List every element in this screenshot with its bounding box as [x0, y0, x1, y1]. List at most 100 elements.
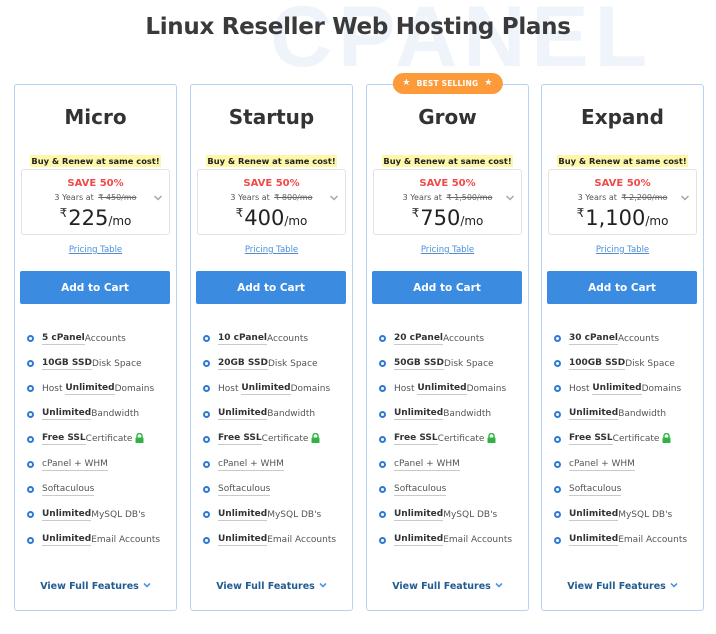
feature-item: Unlimited Bandwidth: [379, 402, 512, 427]
feature-item: Softaculous: [203, 477, 336, 502]
view-full-features-link[interactable]: View Full Features: [367, 580, 528, 592]
bullet-icon: [203, 385, 210, 393]
currency-symbol: ₹: [235, 206, 244, 220]
bullet-icon: [554, 461, 561, 469]
term-text: 3 Years at ₹ 800/mo: [198, 193, 345, 202]
currency-symbol: ₹: [576, 206, 585, 220]
view-full-features-label: View Full Features: [392, 581, 491, 592]
term-text: 3 Years at ₹ 1,500/mo: [374, 193, 521, 202]
currency-symbol: ₹: [59, 206, 68, 220]
bullet-icon: [554, 536, 561, 544]
bullet-icon: [27, 486, 34, 494]
plan-name: Micro: [64, 105, 127, 129]
price-selector[interactable]: SAVE 50% 3 Years at ₹ 800/mo ₹400/mo: [197, 169, 346, 235]
price-period: /mo: [284, 214, 308, 228]
plan-card-micro: Micro Buy & Renew at same cost! SAVE 50%…: [14, 84, 177, 611]
term-prefix: 3 Years at: [230, 193, 270, 202]
promo-text: Buy & Renew at same cost!: [382, 155, 513, 167]
chevron-down-icon[interactable]: [505, 194, 515, 204]
pricing-table-link[interactable]: Pricing Table: [15, 245, 176, 255]
feature-item: Unlimited Bandwidth: [203, 402, 336, 427]
bullet-icon: [554, 360, 561, 368]
feature-item: Unlimited MySQL DB's: [554, 502, 687, 527]
pricing-table-link[interactable]: Pricing Table: [542, 245, 703, 255]
feature-item: 20GB SSD Disk Space: [203, 351, 336, 376]
feature-item: 10GB SSD Disk Space: [27, 351, 160, 376]
bullet-icon: [27, 410, 34, 418]
price-selector[interactable]: SAVE 50% 3 Years at ₹ 450/mo ₹225/mo: [21, 169, 170, 235]
lock-icon: [662, 432, 671, 446]
bullet-icon: [379, 486, 386, 494]
chevron-down-icon[interactable]: [329, 194, 339, 204]
chevron-down-icon: [670, 580, 678, 591]
feature-item: Host Unlimited Domains: [379, 376, 512, 401]
view-full-features-link[interactable]: View Full Features: [191, 580, 352, 592]
price-selector[interactable]: SAVE 50% 3 Years at ₹ 1,500/mo ₹750/mo: [373, 169, 522, 235]
promo-text: Buy & Renew at same cost!: [30, 155, 161, 167]
bullet-icon: [379, 410, 386, 418]
feature-list: 10 cPanel Accounts 20GB SSD Disk Space H…: [203, 326, 336, 553]
bullet-icon: [379, 461, 386, 469]
chevron-down-icon[interactable]: [153, 194, 163, 204]
pricing-table-link[interactable]: Pricing Table: [191, 245, 352, 255]
feature-item: 10 cPanel Accounts: [203, 326, 336, 351]
save-label: SAVE 50%: [67, 178, 124, 189]
bullet-icon: [554, 435, 561, 443]
feature-item: Unlimited MySQL DB's: [203, 502, 336, 527]
pricing-table-link[interactable]: Pricing Table: [367, 245, 528, 255]
feature-item: Host Unlimited Domains: [27, 376, 160, 401]
old-price: ₹ 2,200/mo: [621, 193, 668, 202]
view-full-features-link[interactable]: View Full Features: [542, 580, 703, 592]
feature-item: cPanel + WHM: [554, 452, 687, 477]
promo-text: Buy & Renew at same cost!: [557, 155, 688, 167]
star-icon: ★: [484, 78, 493, 88]
feature-item: Unlimited MySQL DB's: [27, 502, 160, 527]
feature-item: Unlimited Email Accounts: [27, 528, 160, 553]
feature-item: 30 cPanel Accounts: [554, 326, 687, 351]
plan-card-expand: Expand Buy & Renew at same cost! SAVE 50…: [541, 84, 704, 611]
feature-item: Free SSL Certificate: [379, 427, 512, 452]
bullet-icon: [203, 536, 210, 544]
term-prefix: 3 Years at: [54, 193, 94, 202]
promo-text: Buy & Renew at same cost!: [206, 155, 337, 167]
bullet-icon: [203, 486, 210, 494]
watermark-text: CPANEL: [270, 0, 654, 85]
bullet-icon: [27, 435, 34, 443]
bullet-icon: [27, 536, 34, 544]
add-to-cart-button[interactable]: Add to Cart: [547, 271, 697, 304]
feature-item: 50GB SSD Disk Space: [379, 351, 512, 376]
feature-list: 5 cPanel Accounts 10GB SSD Disk Space Ho…: [27, 326, 160, 553]
price-selector[interactable]: SAVE 50% 3 Years at ₹ 2,200/mo ₹1,100/mo: [548, 169, 697, 235]
plan-name: Grow: [418, 105, 477, 129]
chevron-down-icon: [319, 580, 327, 591]
bullet-icon: [203, 360, 210, 368]
current-price: ₹400/mo: [198, 206, 345, 230]
feature-item: cPanel + WHM: [27, 452, 160, 477]
feature-item: Host Unlimited Domains: [203, 376, 336, 401]
chevron-down-icon[interactable]: [680, 194, 690, 204]
current-price: ₹750/mo: [374, 206, 521, 230]
bullet-icon: [27, 385, 34, 393]
add-to-cart-button[interactable]: Add to Cart: [196, 271, 346, 304]
bullet-icon: [203, 435, 210, 443]
bullet-icon: [554, 335, 561, 343]
old-price: ₹ 1,500/mo: [446, 193, 493, 202]
add-to-cart-button[interactable]: Add to Cart: [372, 271, 522, 304]
feature-item: Unlimited Bandwidth: [554, 402, 687, 427]
bullet-icon: [27, 511, 34, 519]
old-price: ₹ 800/mo: [274, 193, 313, 202]
view-full-features-link[interactable]: View Full Features: [15, 580, 176, 592]
feature-item: Softaculous: [554, 477, 687, 502]
bullet-icon: [554, 410, 561, 418]
bullet-icon: [379, 435, 386, 443]
bullet-icon: [27, 461, 34, 469]
add-to-cart-button[interactable]: Add to Cart: [20, 271, 170, 304]
price-amount: 225: [68, 206, 109, 230]
feature-item: cPanel + WHM: [203, 452, 336, 477]
view-full-features-label: View Full Features: [567, 581, 666, 592]
current-price: ₹225/mo: [22, 206, 169, 230]
view-full-features-label: View Full Features: [40, 581, 139, 592]
lock-icon: [487, 432, 496, 446]
price-amount: 400: [244, 206, 285, 230]
bullet-icon: [379, 385, 386, 393]
